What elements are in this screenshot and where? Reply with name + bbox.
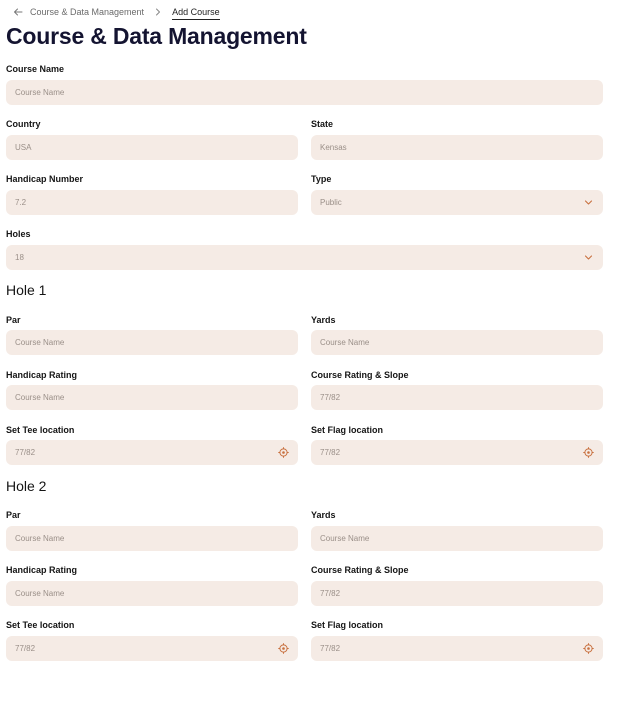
handicap-number-field[interactable] (6, 190, 298, 215)
crosshair-icon[interactable] (278, 447, 289, 458)
type-label: Type (311, 174, 332, 184)
course-name-field[interactable] (6, 80, 603, 105)
hole-2-handicap-rating-label: Handicap Rating (6, 565, 78, 575)
hole-2-flag-location-field[interactable] (311, 636, 603, 661)
hole-2-yards-label: Yards (311, 510, 336, 520)
hole-1-course-rating-label: Course Rating & Slope (311, 370, 409, 380)
hole-2-handicap-rating-field[interactable] (6, 581, 298, 606)
state-field[interactable] (311, 135, 603, 160)
hole-2-par-field[interactable] (6, 526, 298, 551)
arrow-left-icon[interactable] (12, 6, 24, 18)
type-select-value[interactable] (320, 190, 583, 215)
chevron-down-icon[interactable] (583, 252, 594, 263)
hole-1-flag-location-label: Set Flag location (311, 425, 384, 435)
hole-1-course-rating-field[interactable] (311, 385, 603, 410)
breadcrumb: Course & Data Management Add Course (12, 5, 220, 20)
hole-1-title: Hole 1 (6, 282, 47, 298)
hole-2-handicap-rating-input[interactable] (15, 581, 289, 606)
hole-1-tee-location-input[interactable] (15, 440, 278, 465)
hole-1-flag-location-input[interactable] (320, 440, 583, 465)
hole-1-yards-label: Yards (311, 315, 336, 325)
hole-1-par-field[interactable] (6, 330, 298, 355)
hole-2-yards-field[interactable] (311, 526, 603, 551)
hole-2-tee-location-label: Set Tee location (6, 620, 75, 630)
crosshair-icon[interactable] (278, 643, 289, 654)
chevron-right-icon (156, 8, 161, 16)
course-name-label: Course Name (6, 64, 65, 74)
crosshair-icon[interactable] (583, 643, 594, 654)
hole-1-handicap-rating-label: Handicap Rating (6, 370, 78, 380)
type-select[interactable] (311, 190, 603, 215)
hole-2-course-rating-input[interactable] (320, 581, 594, 606)
hole-1-flag-location-field[interactable] (311, 440, 603, 465)
hole-2-tee-location-input[interactable] (15, 636, 278, 661)
breadcrumb-parent-link[interactable]: Course & Data Management (30, 7, 144, 17)
country-input[interactable] (15, 135, 289, 160)
holes-label: Holes (6, 229, 31, 239)
hole-1-handicap-rating-input[interactable] (15, 385, 289, 410)
holes-select-value[interactable] (15, 245, 583, 270)
hole-1-course-rating-input[interactable] (320, 385, 594, 410)
course-name-input[interactable] (15, 80, 594, 105)
crosshair-icon[interactable] (583, 447, 594, 458)
country-label: Country (6, 119, 41, 129)
hole-1-yards-field[interactable] (311, 330, 603, 355)
country-field[interactable] (6, 135, 298, 160)
hole-2-tee-location-field[interactable] (6, 636, 298, 661)
state-input[interactable] (320, 135, 594, 160)
state-label: State (311, 119, 334, 129)
hole-1-tee-location-field[interactable] (6, 440, 298, 465)
hole-1-yards-input[interactable] (320, 330, 594, 355)
hole-2-course-rating-label: Course Rating & Slope (311, 565, 409, 575)
chevron-down-icon[interactable] (583, 197, 594, 208)
page-title: Course & Data Management (6, 23, 307, 49)
handicap-number-label: Handicap Number (6, 174, 84, 184)
hole-2-par-input[interactable] (15, 526, 289, 551)
handicap-number-input[interactable] (15, 190, 289, 215)
hole-2-flag-location-label: Set Flag location (311, 620, 384, 630)
hole-1-handicap-rating-field[interactable] (6, 385, 298, 410)
hole-1-par-input[interactable] (15, 330, 289, 355)
hole-1-tee-location-label: Set Tee location (6, 425, 75, 435)
breadcrumb-current: Add Course (172, 7, 220, 20)
hole-2-course-rating-field[interactable] (311, 581, 603, 606)
hole-2-yards-input[interactable] (320, 526, 594, 551)
hole-1-par-label: Par (6, 315, 21, 325)
hole-2-flag-location-input[interactable] (320, 636, 583, 661)
hole-2-par-label: Par (6, 510, 21, 520)
hole-2-title: Hole 2 (6, 478, 47, 494)
holes-select[interactable] (6, 245, 603, 270)
